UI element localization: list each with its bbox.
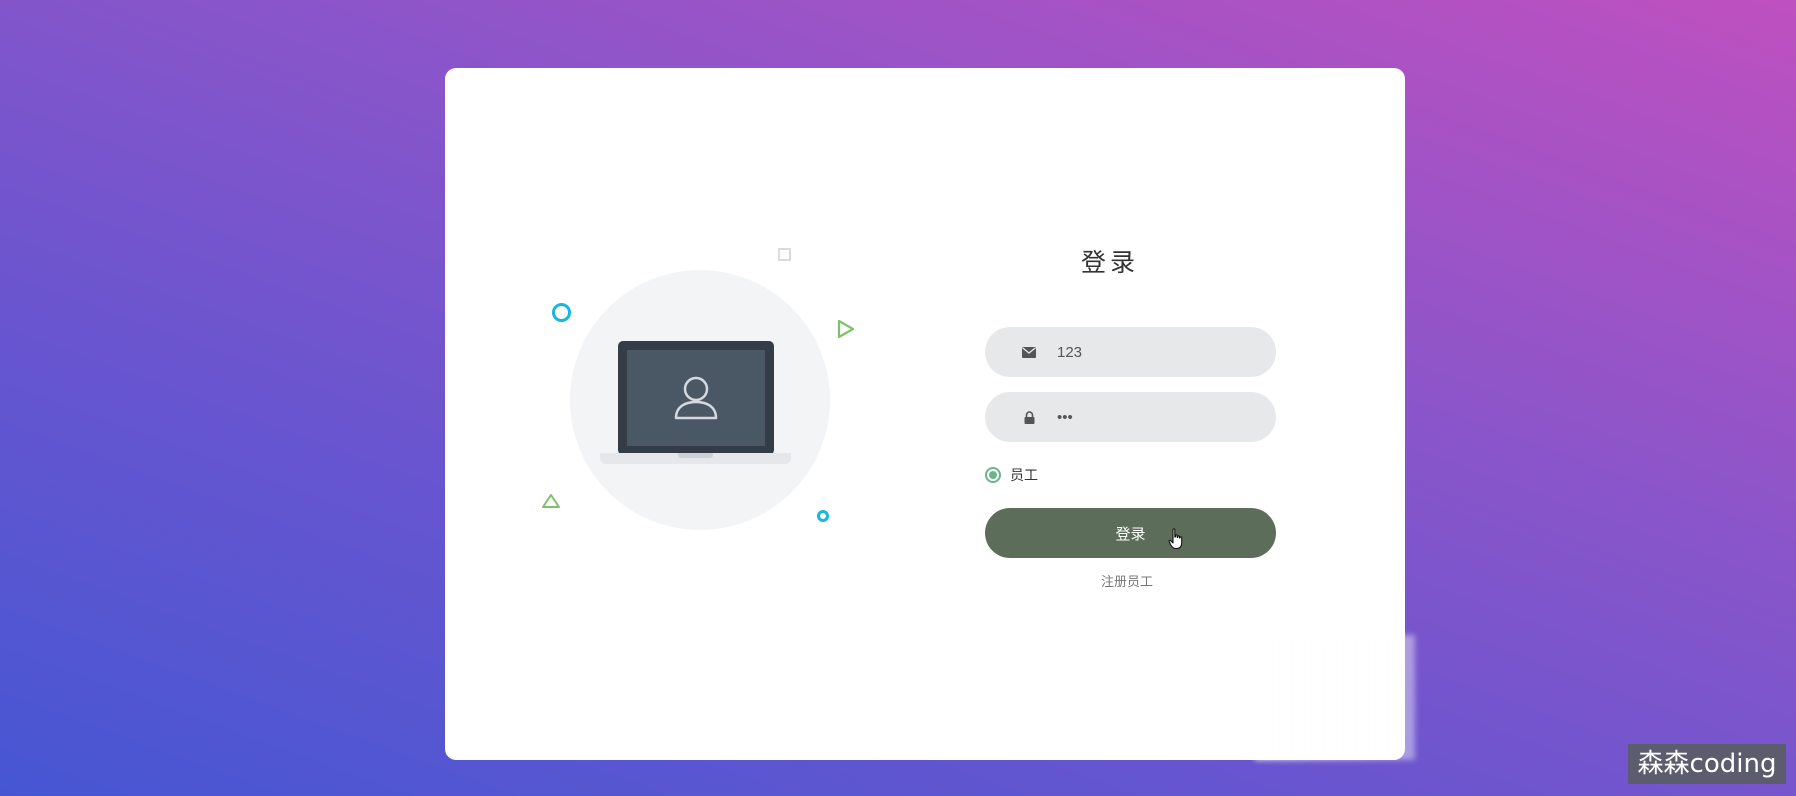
laptop-notch bbox=[678, 453, 713, 458]
role-radio-label: 员工 bbox=[1010, 467, 1038, 483]
email-input[interactable] bbox=[1055, 342, 1259, 362]
triangle-right-decoration-icon bbox=[837, 319, 855, 339]
login-illustration bbox=[445, 68, 945, 760]
role-radio-option[interactable]: 员工 bbox=[985, 465, 1038, 485]
role-radio[interactable] bbox=[985, 467, 1001, 483]
watermark-label: 森森coding bbox=[1628, 744, 1786, 784]
square-decoration-icon bbox=[778, 248, 791, 261]
circle-decoration-icon bbox=[552, 303, 571, 322]
register-employee-link[interactable]: 注册员工 bbox=[985, 571, 1269, 590]
password-field[interactable] bbox=[985, 392, 1276, 442]
email-field[interactable] bbox=[985, 327, 1276, 377]
user-icon bbox=[674, 376, 718, 420]
hand-cursor-icon bbox=[1168, 528, 1183, 550]
envelope-icon bbox=[1019, 346, 1039, 358]
overlay-smear bbox=[1255, 635, 1415, 760]
login-button[interactable]: 登录 bbox=[985, 508, 1276, 558]
password-input[interactable] bbox=[1055, 407, 1259, 427]
triangle-up-decoration-icon bbox=[542, 494, 560, 508]
lock-icon bbox=[1019, 410, 1039, 424]
small-circle-decoration-icon bbox=[817, 510, 829, 522]
laptop-icon bbox=[618, 341, 774, 455]
login-title: 登录 bbox=[1080, 249, 1139, 277]
